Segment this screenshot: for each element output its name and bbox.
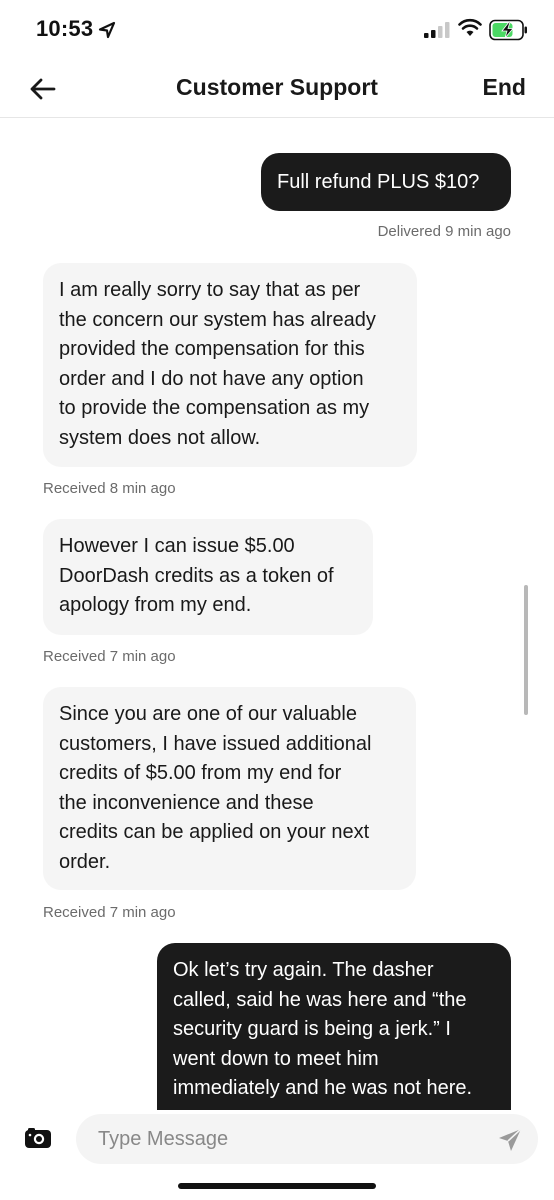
message-line: order and I do not have any option bbox=[59, 367, 364, 390]
send-icon[interactable] bbox=[497, 1127, 523, 1153]
sent-message-bubble: Ok let’s try again. The dasher called, s… bbox=[157, 943, 511, 1110]
message-line: system does not allow. bbox=[59, 426, 261, 449]
sent-message-bubble: Full refund PLUS $10? bbox=[261, 153, 511, 211]
signal-icon bbox=[424, 22, 450, 38]
message-line: apology from my end. bbox=[59, 594, 252, 616]
message-line: immediately and he was not here. bbox=[173, 1077, 473, 1099]
message-line: However I can issue $5.00 bbox=[59, 535, 295, 557]
message-input[interactable] bbox=[76, 1114, 538, 1164]
message-line: DoorDash credits as a token of bbox=[59, 564, 334, 587]
location-arrow-icon bbox=[98, 21, 116, 39]
message-text: Full refund PLUS $10? bbox=[277, 171, 480, 193]
message-line: credits of $5.00 from my end for bbox=[59, 762, 342, 784]
page-title: Customer Support bbox=[176, 74, 378, 100]
chat-header: Customer Support End bbox=[0, 60, 554, 118]
message-status: Received 7 min ago bbox=[43, 648, 176, 665]
message-status: Received 8 min ago bbox=[43, 480, 176, 497]
message-status: Received 7 min ago bbox=[43, 904, 176, 921]
message-line: security guard is being a jerk.” I bbox=[173, 1018, 451, 1040]
message-line: customers, I have issued additional bbox=[59, 732, 372, 755]
message-line: the concern our system has already bbox=[59, 308, 376, 331]
received-message-bubble: Since you are one of our valuable custom… bbox=[43, 687, 416, 890]
message-line: provided the compensation for this bbox=[59, 338, 365, 360]
home-indicator[interactable] bbox=[178, 1183, 376, 1189]
message-line: order. bbox=[59, 850, 111, 873]
battery-charging-icon bbox=[489, 19, 527, 41]
message-line: Since you are one of our valuable bbox=[59, 703, 357, 725]
message-line: I am really sorry to say that as per bbox=[59, 279, 361, 301]
end-chat-button[interactable]: End bbox=[483, 74, 526, 101]
message-line: Ok let’s try again. The dasher bbox=[173, 959, 434, 981]
received-message-bubble: However I can issue $5.00 DoorDash credi… bbox=[43, 519, 373, 635]
message-list[interactable]: Full refund PLUS $10? Delivered 9 min ag… bbox=[0, 118, 554, 1110]
message-line: to provide the compensation as my bbox=[59, 397, 370, 419]
status-time: 10:53 bbox=[36, 16, 94, 41]
scrollbar[interactable] bbox=[524, 585, 528, 715]
message-line: went down to meet him bbox=[173, 1047, 379, 1070]
message-status: Delivered 9 min ago bbox=[377, 223, 511, 240]
camera-icon[interactable] bbox=[24, 1127, 52, 1149]
wifi-icon bbox=[458, 18, 482, 36]
message-line: called, said he was here and “the bbox=[173, 988, 467, 1011]
message-line: the inconvenience and these bbox=[59, 791, 314, 814]
received-message-bubble: I am really sorry to say that as per the… bbox=[43, 263, 417, 467]
status-bar: 10:53 bbox=[0, 0, 554, 60]
message-line: credits can be applied on your next bbox=[59, 821, 370, 843]
